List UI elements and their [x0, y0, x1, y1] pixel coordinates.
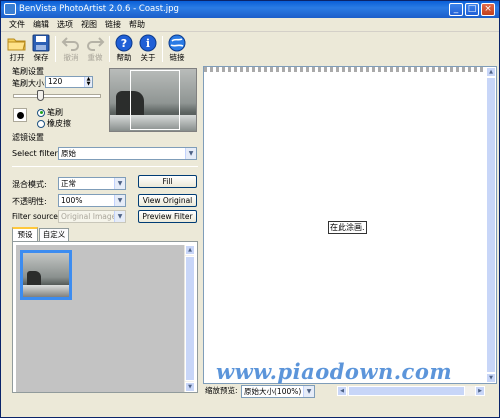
undo-button[interactable]: 撤消 [59, 34, 83, 63]
tab-presets[interactable]: 预设 [12, 227, 38, 241]
menu-edit[interactable]: 编辑 [33, 19, 49, 31]
eraser-mode-option[interactable]: 橡皮擦 [37, 118, 71, 129]
painting-canvas[interactable]: 在此涂画. ▲ ▼ [203, 66, 497, 384]
chevron-down-icon[interactable]: ▼ [114, 211, 125, 222]
opacity-label: 不透明性: [12, 197, 47, 206]
chevron-down-icon[interactable]: ▼ [185, 148, 196, 159]
toolbar: 打开 保存 撤消 重做 ? 帮助 i 关于 链接 [1, 32, 499, 66]
title-bar: BenVista PhotoArtist 2.0.6 - Coast.jpg _… [1, 1, 499, 18]
brush-size-slider-track[interactable] [13, 94, 101, 98]
preset-tabs: 预设 自定义 [12, 227, 198, 241]
filter-select[interactable]: 原始 ▼ [58, 147, 197, 160]
scroll-down-icon[interactable]: ▼ [486, 373, 496, 383]
surf-shape [23, 285, 69, 297]
canvas-vertical-scrollbar[interactable]: ▲ ▼ [486, 67, 496, 383]
zoom-label: 缩放预览: [205, 386, 238, 395]
scroll-left-icon[interactable]: ◀ [337, 386, 347, 396]
menu-help[interactable]: 帮助 [129, 19, 145, 31]
zoom-select[interactable]: 原始大小(100%) ▼ [241, 385, 315, 398]
filter-source-select[interactable]: Original Image ▼ [58, 210, 126, 223]
chevron-down-icon[interactable]: ▼ [303, 386, 314, 397]
chevron-down-icon[interactable]: ▼ [114, 178, 125, 189]
chevron-down-icon[interactable]: ▼ [114, 195, 125, 206]
brush-shape-preview [13, 108, 27, 122]
window-title: BenVista PhotoArtist 2.0.6 - Coast.jpg [19, 4, 179, 14]
navigator-preview[interactable] [109, 68, 197, 132]
scroll-up-icon[interactable]: ▲ [185, 245, 195, 255]
canvas-hint: 在此涂画. [328, 221, 367, 234]
preview-filter-button[interactable]: Preview Filter [138, 210, 197, 223]
blend-mode-label: 混合模式: [12, 180, 47, 189]
divider [12, 166, 198, 167]
redo-icon [87, 37, 105, 51]
minimize-button[interactable]: _ [449, 3, 463, 16]
brush-size-spinner[interactable]: 120 ▲ ▼ [45, 76, 93, 88]
brush-dot-icon [17, 112, 24, 119]
canvas-horizontal-scrollbar[interactable]: ◀ ▶ [337, 386, 485, 396]
preset-thumbnail-list [16, 245, 184, 392]
menu-link[interactable]: 链接 [105, 19, 121, 31]
blend-mode-select[interactable]: 正常 ▼ [58, 177, 126, 190]
scroll-right-icon[interactable]: ▶ [475, 386, 485, 396]
help-icon: ? [115, 34, 133, 52]
watermark-text: www.piaodown.com [216, 359, 453, 384]
app-icon [4, 3, 16, 15]
about-button[interactable]: i 关于 [136, 34, 160, 63]
maximize-button[interactable]: □ [465, 3, 479, 16]
open-button[interactable]: 打开 [5, 34, 29, 63]
redo-button[interactable]: 重做 [83, 34, 107, 63]
tab-custom[interactable]: 自定义 [39, 228, 69, 241]
undo-icon [61, 37, 79, 51]
radio-checked-icon[interactable] [37, 108, 45, 117]
menu-view[interactable]: 视图 [81, 19, 97, 31]
brush-size-value: 120 [48, 77, 63, 86]
brush-size-slider-handle[interactable] [37, 90, 44, 101]
scrollbar-thumb[interactable] [486, 77, 496, 373]
brush-settings-title: 笔刷设置 [12, 67, 44, 76]
filter-settings-title: 滤镜设置 [12, 133, 44, 142]
radio-unchecked-icon[interactable] [37, 119, 45, 128]
floppy-disk-icon [32, 34, 50, 52]
menu-options[interactable]: 选项 [57, 19, 73, 31]
preset-tab-body: ▲ ▼ [12, 241, 198, 393]
toolbar-separator [162, 36, 163, 62]
scroll-up-icon[interactable]: ▲ [486, 67, 496, 77]
brush-size-label: 笔刷大小: [12, 79, 47, 88]
menu-bar: 文件 编辑 选项 视图 链接 帮助 [1, 18, 499, 32]
navigator-viewport-frame[interactable] [130, 70, 180, 130]
app-window: BenVista PhotoArtist 2.0.6 - Coast.jpg _… [0, 0, 500, 418]
svg-text:i: i [146, 37, 150, 50]
toolbar-separator [109, 36, 110, 62]
folder-icon [7, 38, 26, 51]
svg-text:?: ? [121, 37, 127, 50]
opacity-select[interactable]: 100% ▼ [58, 194, 126, 207]
brush-mode-option[interactable]: 笔刷 [37, 107, 63, 118]
link-button[interactable]: 链接 [165, 34, 189, 63]
info-icon: i [139, 34, 157, 52]
scrollbar-thumb[interactable] [185, 256, 195, 381]
scroll-down-icon[interactable]: ▼ [185, 382, 195, 392]
globe-icon [168, 34, 186, 52]
toolbar-separator [55, 36, 56, 62]
help-button[interactable]: ? 帮助 [112, 34, 136, 63]
select-filter-label: Select filter: [12, 149, 61, 158]
menu-file[interactable]: 文件 [9, 19, 25, 31]
close-button[interactable]: × [481, 3, 495, 16]
preset-scrollbar[interactable]: ▲ ▼ [184, 245, 195, 392]
view-original-button[interactable]: View Original [138, 194, 197, 207]
spinner-arrows-icon[interactable]: ▲ ▼ [84, 77, 92, 87]
canvas-ruler [204, 67, 496, 72]
filter-source-label: Filter source: [12, 212, 61, 221]
scrollbar-thumb[interactable] [348, 386, 465, 396]
preset-thumbnail[interactable] [20, 250, 72, 300]
save-button[interactable]: 保存 [29, 34, 53, 63]
fill-button[interactable]: Fill [138, 175, 197, 188]
